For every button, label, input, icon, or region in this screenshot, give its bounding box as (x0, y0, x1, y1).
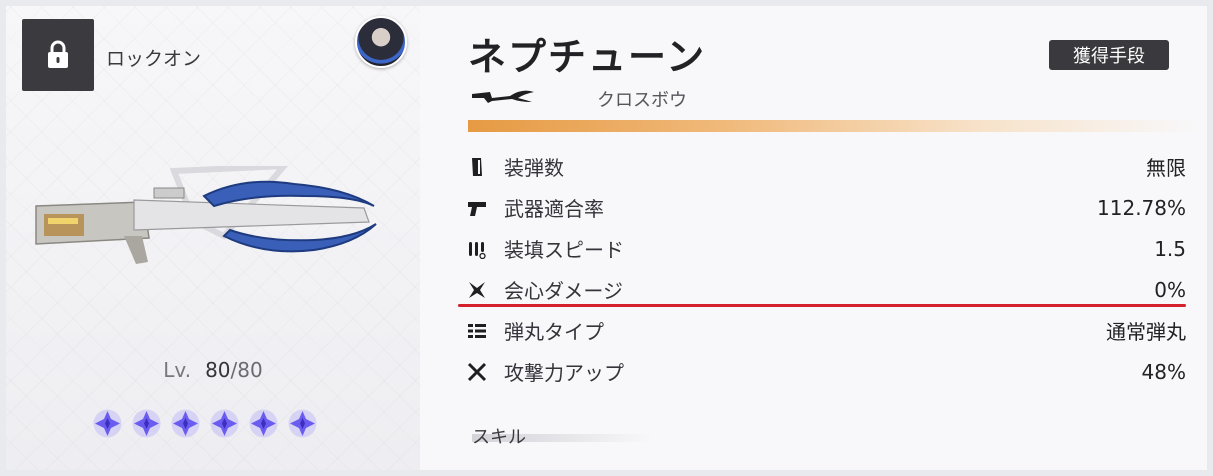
character-avatar[interactable] (355, 16, 407, 68)
weapon-level: Lv. 80/80 (6, 358, 420, 382)
stat-label: 会心ダメージ (504, 279, 623, 303)
star-gem-icon (288, 409, 317, 438)
stat-value: 112.78% (1097, 195, 1186, 220)
stat-value: 1.5 (1154, 236, 1186, 261)
star-gem-icon (171, 409, 200, 438)
stat-row-bullet-type: 弾丸タイプ 通常弾丸 (466, 310, 1186, 351)
stat-value: 48% (1141, 359, 1186, 384)
lock-on-label: ロックオン (106, 48, 202, 70)
skill-section-label: スキル (472, 427, 526, 448)
crossbow-weapon-image (35, 166, 377, 264)
highlight-underline (458, 304, 1186, 307)
crit-burst-icon (466, 279, 488, 301)
magazine-icon (466, 156, 488, 178)
bullets-icon (466, 238, 488, 260)
crossed-swords-icon (466, 361, 488, 383)
padlock-icon (48, 40, 68, 68)
weapon-preview-panel: ロックオン Lv. 80/80 (6, 6, 420, 470)
stat-label: 攻撃力アップ (504, 361, 624, 385)
rarity-accent-bar (468, 120, 1198, 132)
level-max: 80 (237, 358, 263, 382)
level-label: Lv. (163, 358, 192, 382)
star-gem-icon (93, 409, 122, 438)
limit-break-stars (92, 408, 318, 439)
stat-value: 無限 (1146, 156, 1186, 180)
stats-list: 装弾数 無限 武器適合率 112.78% 装填スピード 1.5 会心ダメージ 0… (466, 146, 1186, 392)
stat-row-compatibility: 武器適合率 112.78% (466, 187, 1186, 228)
stat-value: 0% (1154, 277, 1186, 302)
stat-row-magazine: 装弾数 無限 (466, 146, 1186, 187)
star-gem-icon (249, 409, 278, 438)
acquisition-method-button[interactable]: 獲得手段 (1049, 40, 1169, 70)
stat-label: 装弾数 (504, 156, 564, 180)
bullet-list-icon (466, 320, 488, 342)
stat-value: 通常弾丸 (1106, 320, 1186, 344)
pistol-icon (466, 197, 488, 219)
stat-row-reload: 装填スピード 1.5 (466, 228, 1186, 269)
stat-label: 武器適合率 (504, 197, 604, 221)
lock-button[interactable] (22, 19, 94, 91)
weapon-name: ネプチューン (468, 35, 707, 79)
weapon-type-label: クロスボウ (597, 90, 687, 111)
star-gem-icon (132, 409, 161, 438)
stat-label: 弾丸タイプ (504, 320, 604, 344)
stat-row-attack-up: 攻撃力アップ 48% (466, 351, 1186, 392)
level-current: 80 (205, 358, 231, 382)
star-gem-icon (210, 409, 239, 438)
stat-label: 装填スピード (504, 238, 624, 262)
crossbow-silhouette-icon (472, 90, 534, 103)
weapon-detail-panel: ネプチューン 獲得手段 クロスボウ 装弾数 無限 武器適合率 112.78% 装… (420, 6, 1207, 470)
